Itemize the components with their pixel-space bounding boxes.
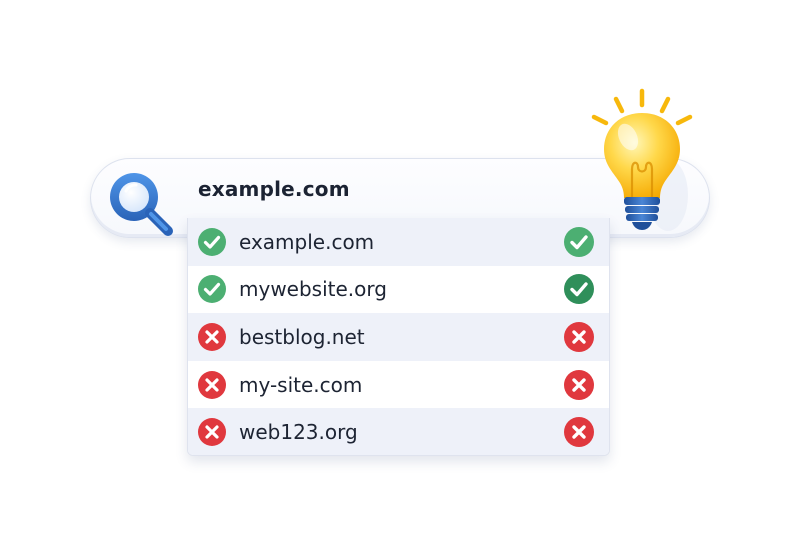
result-row-mywebsite-org[interactable]: mywebsite.org [188,265,609,313]
result-domain-label: my-site.com [239,373,363,397]
result-row-bestblog-net[interactable]: bestblog.net [188,313,609,361]
result-domain-label: example.com [239,230,375,254]
stage: example.com example.com mywebsite.org be… [0,0,800,533]
result-domain-label: web123.org [239,420,358,444]
results-dropdown: example.com mywebsite.org bestblog.net m… [187,218,610,456]
result-row-web123-org[interactable]: web123.org [188,408,609,455]
check-circle-icon [564,274,594,304]
check-circle-icon [198,275,226,303]
x-circle-icon [198,371,226,399]
lightbulb-icon [591,88,693,231]
magnifier-icon[interactable] [100,163,180,243]
result-row-my-site-com[interactable]: my-site.com [188,361,609,409]
x-circle-icon [564,322,594,352]
result-row-example-com[interactable]: example.com [188,218,609,266]
check-circle-icon [198,228,226,256]
x-circle-icon [198,323,226,351]
x-circle-icon [564,370,594,400]
x-circle-icon [564,417,594,447]
x-circle-icon [198,418,226,446]
search-input-value[interactable]: example.com [198,177,350,201]
result-domain-label: bestblog.net [239,325,365,349]
result-domain-label: mywebsite.org [239,277,387,301]
